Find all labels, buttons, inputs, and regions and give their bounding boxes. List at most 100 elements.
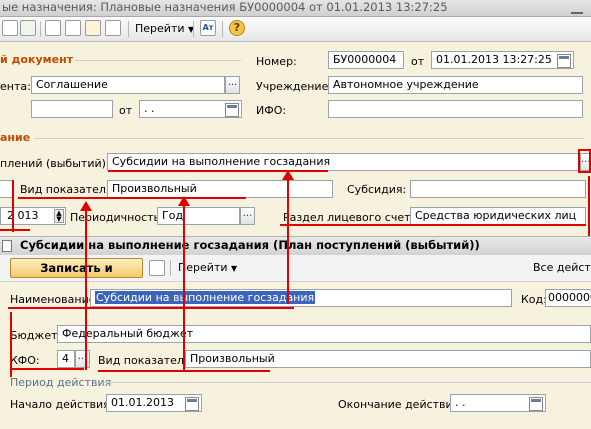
agreement-date-field[interactable]: . . [139, 100, 242, 118]
kfo-label: КФО: [10, 354, 40, 367]
subsidy-label: Субсидия: [347, 183, 407, 196]
chevron-down-icon: ▼ [231, 264, 238, 273]
annotation-underline [108, 170, 328, 172]
toolbar-divider [170, 260, 171, 276]
year-field[interactable]: 2 013 ▲ ▼ [0, 207, 66, 225]
subsidy-field[interactable] [410, 180, 586, 198]
indicator-label: Вид показателя: [20, 183, 117, 196]
periodicity-field[interactable]: Год [157, 207, 240, 225]
kfo-select-button[interactable]: ... [75, 350, 90, 368]
indicator-field[interactable]: Произвольный [107, 180, 333, 198]
toolbar-divider [128, 21, 129, 37]
print-icon[interactable] [105, 20, 121, 36]
number-field[interactable]: БУ0000004 [328, 51, 404, 69]
add-document-icon[interactable] [85, 20, 101, 36]
plan-field[interactable]: Субсидии на выполнение госзадания [107, 153, 579, 171]
institution-label: Учреждение: [256, 80, 333, 93]
toolbar: Перейти ▼ Ат ? [0, 17, 591, 42]
goto-menu[interactable]: Перейти ▼ [135, 22, 194, 35]
all-actions-menu[interactable]: Все действ [533, 261, 591, 274]
annotation-arrow [85, 206, 87, 370]
annotation-arrowhead [80, 201, 92, 211]
plan-label: плений (выбытий): [0, 157, 110, 170]
ifo-label: ИФО: [256, 104, 287, 117]
date-field[interactable]: 01.01.2013 13:27:25 [431, 51, 574, 69]
kfo-field[interactable]: 4 [57, 350, 75, 368]
annotation-underline [12, 368, 84, 370]
post-icon[interactable] [20, 20, 36, 36]
agreement-date-value: . . [144, 102, 155, 115]
annotation-underline [18, 197, 246, 199]
section-purpose: ание [0, 131, 31, 144]
code-field[interactable]: 0000000 [545, 289, 591, 307]
toolbar-divider [222, 21, 223, 37]
agreement-field[interactable]: Соглашение [31, 76, 225, 94]
refresh-icon[interactable] [45, 20, 61, 36]
annotation-arrow [183, 201, 185, 371]
annotation-arrowhead [178, 196, 190, 206]
ifo-field[interactable] [328, 100, 583, 118]
section-divider [75, 60, 241, 61]
section-document: й документ [0, 53, 74, 66]
budget-label: Бюджет: [10, 329, 62, 342]
start-label: Начало действия: [10, 398, 114, 411]
copy-icon[interactable] [65, 20, 81, 36]
annotation-arrow [12, 180, 14, 232]
annotation-arrow [287, 176, 289, 304]
minimize-button[interactable] [571, 3, 583, 14]
code-label: Код: [521, 293, 547, 306]
end-value: . . [455, 396, 466, 409]
budget-field[interactable]: Федеральный бюджет [57, 325, 591, 343]
annotation-underline [0, 229, 30, 231]
annotation-arrow [10, 312, 12, 377]
calendar-icon[interactable] [185, 397, 199, 411]
spin-icon[interactable]: ▲ ▼ [54, 209, 64, 223]
section-divider [102, 382, 591, 383]
agreement-select-button[interactable]: ... [225, 76, 240, 94]
section-divider [34, 138, 584, 139]
from2-label: от [119, 104, 133, 117]
agreement-label: ента: [0, 80, 31, 93]
annotation-arrowhead [282, 170, 294, 180]
window-title: ые назначения: Плановые назначения БУ000… [2, 0, 448, 14]
date-value: 01.01.2013 13:27:25 [436, 53, 552, 66]
agreement-number-field[interactable] [31, 100, 113, 118]
save-icon[interactable] [149, 260, 165, 276]
periodicity-select-button[interactable]: ... [240, 207, 255, 225]
annotation-underline [8, 307, 294, 309]
annotation-box [578, 149, 591, 173]
end-label: Окончание действия: [338, 398, 464, 411]
name-field[interactable]: Субсидии на выполнение госзадания [90, 289, 512, 307]
annotation-underline [280, 224, 586, 226]
dt-kt-icon[interactable]: Ат [200, 20, 216, 36]
account-field[interactable]: Средства юридических лиц [410, 207, 586, 225]
goto-label: Перейти [135, 22, 185, 35]
toolbar-divider [40, 21, 41, 37]
from-label: от [411, 55, 425, 68]
document-icon [2, 240, 12, 252]
sub-indicator-field[interactable]: Произвольный [185, 350, 591, 368]
institution-field[interactable]: Автономное учреждение [328, 76, 583, 94]
start-field[interactable]: 01.01.2013 [106, 394, 202, 412]
subform-toolbar: Записать и закрыть Перейти ▼ Все действ [0, 255, 591, 293]
save-close-button[interactable]: Записать и закрыть [10, 258, 143, 293]
annotation-arrow [588, 176, 590, 236]
sub-indicator-label: Вид показателя: [98, 354, 195, 367]
end-field[interactable]: . . [450, 394, 546, 412]
question-icon[interactable]: ? [229, 20, 245, 36]
subform-title-bar: Субсидии на выполнение госзадания (План … [0, 236, 591, 256]
calendar-icon[interactable] [529, 397, 543, 411]
window-title-bar: ые назначения: Плановые назначения БУ000… [0, 0, 591, 17]
calendar-icon[interactable] [225, 103, 239, 117]
subform-title: Субсидии на выполнение госзадания (План … [20, 238, 480, 252]
toolbar-divider [193, 21, 194, 37]
subform-goto-label: Перейти [178, 261, 228, 274]
calendar-icon[interactable] [557, 54, 571, 68]
subform-goto-menu[interactable]: Перейти ▼ [178, 261, 237, 274]
period-section-label: Период действия [10, 376, 112, 389]
account-label: Раздел лицевого счета: [283, 211, 421, 224]
number-label: Номер: [256, 55, 297, 68]
save-icon[interactable] [2, 20, 18, 36]
start-value: 01.01.2013 [111, 396, 174, 409]
name-value: Субсидии на выполнение госзадания [95, 291, 316, 304]
